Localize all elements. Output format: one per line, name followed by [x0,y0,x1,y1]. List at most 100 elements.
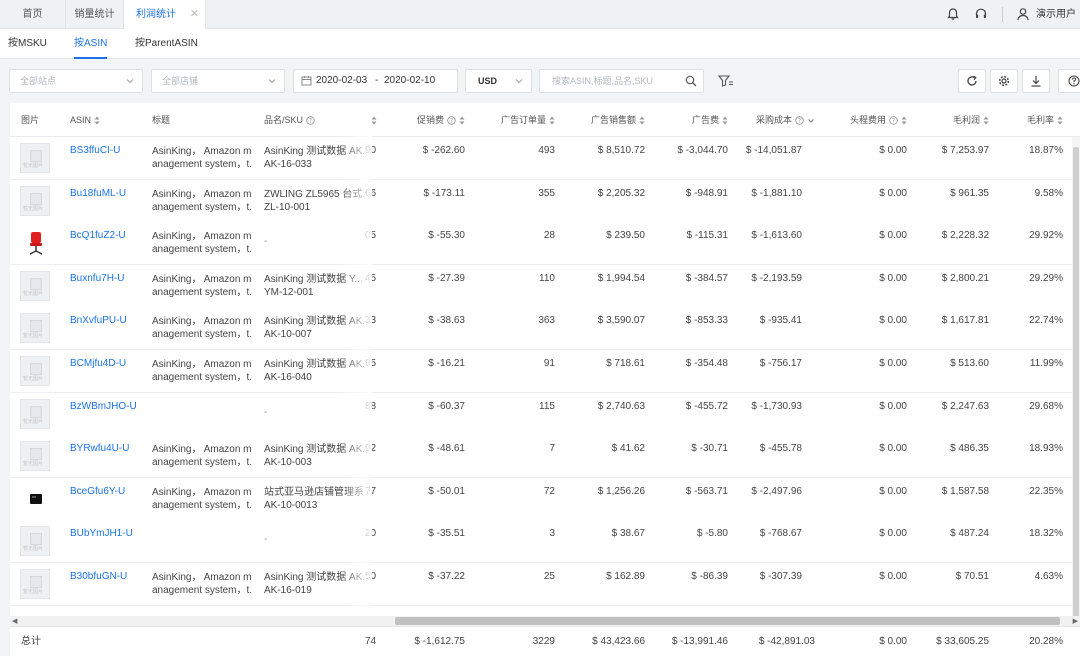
sort-icon[interactable] [549,116,555,125]
device-product-icon[interactable] [22,485,50,513]
site-select[interactable]: 全部站点 [9,69,143,93]
vertical-scrollbar[interactable] [1072,137,1080,617]
asin-link[interactable]: BUbYmJH1-U [70,528,133,539]
table-row[interactable]: 暂无图片 BCMjfu4D-U AsinKing， Amazon m anagemen… [10,350,1080,393]
table-row[interactable]: 暂无图片 BS3ffuCI-U AsinKing， Amazon m anagemen… [10,137,1080,180]
sort-icon[interactable] [94,116,100,125]
currency-select[interactable]: USD [465,69,532,93]
asin-link[interactable]: BS3ffuCI-U [70,145,120,156]
sort-icon[interactable] [639,116,645,125]
product-title[interactable]: AsinKing， Amazon m anagement system，t... [152,443,252,469]
col-hidden-sort[interactable] [368,103,377,137]
settings-button[interactable] [990,69,1018,93]
product-title[interactable]: AsinKing， Amazon m anagement system，t... [152,273,252,299]
product-sku[interactable]: AsinKing 测试数据 AK... AK-16-040 [264,358,364,384]
col-gross-margin[interactable]: 毛利率 [1027,103,1063,137]
sort-icon[interactable] [722,116,728,125]
chevron-down-icon[interactable] [807,117,815,125]
product-thumbnail[interactable]: 暂无图片 [20,270,50,301]
subtab-by-msku[interactable]: 按MSKU [8,29,47,59]
date-end[interactable]: 2020-02-10 [384,70,435,92]
col-ad-cost[interactable]: 广告费 [692,103,728,137]
sort-icon[interactable] [1057,116,1063,125]
col-ad-sales[interactable]: 广告销售额 [591,103,645,137]
asin-link[interactable]: Bu18fuML-U [70,188,126,199]
col-promo[interactable]: 促销费? [417,103,465,137]
subtab-by-asin[interactable]: 按ASIN [74,29,108,59]
col-asin[interactable]: ASIN [70,103,100,137]
asin-link[interactable]: BceGfu6Y-U [70,486,125,497]
table-row[interactable]: 暂无图片 BzWBmJHO-U - 88 $ -60.37 115 $ 2,740.63 $ … [10,392,1080,436]
product-sku[interactable]: AsinKing 测试数据 AK... AK-16-033 [264,145,364,171]
col-ad-orders[interactable]: 广告订单量 [501,103,555,137]
product-sku[interactable]: AsinKing 测试数据 AK... AK-10-007 [264,315,364,341]
product-title[interactable]: AsinKing， Amazon m anagement system，t... [152,145,252,171]
info-icon[interactable]: ? [795,116,804,125]
table-row[interactable]: 暂无图片 BUbYmJH1-U - 20 $ -35.51 3 $ 38.67 $ -5.80… [10,520,1080,564]
table-row[interactable]: 暂无图片 BnXvfuPU-U AsinKing， Amazon m anagemen… [10,307,1080,351]
product-thumbnail[interactable]: 暂无图片 [20,143,50,173]
product-sku[interactable]: AsinKing 测试数据 Y... YM-12-001 [264,273,364,299]
close-icon[interactable]: ✕ [190,0,199,29]
product-sku[interactable]: AsinKing 测试数据 AK... AK-16-019 [264,571,364,597]
subtab-by-parent-asin[interactable]: 按ParentASIN [135,29,198,59]
product-sku[interactable]: 站式亚马逊店铺管理系... AK-10-0013 [264,486,364,512]
search-icon[interactable] [685,75,697,87]
horizontal-scroll-thumb[interactable] [395,617,1060,625]
shop-select[interactable]: 全部店铺 [151,69,285,93]
refresh-button[interactable] [958,69,986,93]
horizontal-scrollbar[interactable]: ◀ ▶ [10,616,1080,626]
product-thumbnail[interactable]: 暂无图片 [20,356,50,386]
scroll-right-icon[interactable]: ▶ [1073,617,1078,625]
product-title[interactable]: AsinKing， Amazon m anagement system，t... [152,486,252,512]
asin-link[interactable]: BnXvfuPU-U [70,315,127,326]
col-gross-profit[interactable]: 毛利润 [953,103,989,137]
filter-icon[interactable] [712,69,740,93]
product-thumbnail[interactable]: 暂无图片 [20,313,50,344]
sort-icon[interactable] [459,116,465,125]
info-icon[interactable]: ? [447,116,456,125]
download-button[interactable] [1022,69,1050,93]
vertical-scroll-thumb[interactable] [1073,147,1079,617]
product-title[interactable]: AsinKing， Amazon m anagement system，t... [152,188,252,214]
help-button[interactable] [1058,69,1080,93]
asin-link[interactable]: Buxnfu7H-U [70,273,124,284]
table-row[interactable]: BceGfu6Y-U AsinKing， Amazon m anagement sy… [10,477,1080,521]
user-name[interactable]: 演示用户 [1036,0,1076,29]
col-first-leg[interactable]: 头程费用? [850,103,907,137]
date-range-picker[interactable]: 2020-02-03 - 2020-02-10 [293,69,458,93]
product-thumbnail[interactable]: 暂无图片 [20,398,50,429]
product-title[interactable]: AsinKing， Amazon m anagement system，t... [152,230,252,256]
asin-link[interactable]: BcQ1fuZ2-U [70,230,126,241]
product-sku[interactable]: AsinKing 测试数据 AK... AK-10-003 [264,443,364,469]
asin-link[interactable]: BYRwfu4U-U [70,443,129,454]
table-row[interactable]: BcQ1fuZ2-U AsinKing， Amazon m anagement sy… [10,222,1080,266]
asin-link[interactable]: B30bfuGN-U [70,571,127,582]
bell-icon[interactable] [946,7,960,21]
scroll-left-icon[interactable]: ◀ [12,617,17,625]
product-thumbnail[interactable]: 暂无图片 [20,185,50,216]
table-row[interactable]: 暂无图片 B30bfuGN-U AsinKing， Amazon m anagemen… [10,563,1080,606]
product-thumbnail[interactable]: 暂无图片 [20,569,50,599]
product-title[interactable]: AsinKing， Amazon m anagement system，t... [152,571,252,597]
user-icon[interactable] [1016,7,1030,21]
tab-home[interactable]: 首页 [0,0,66,29]
sort-icon[interactable] [371,116,377,125]
tab-sales-stats[interactable]: 销量统计 [66,0,124,29]
tab-profit-stats[interactable]: 利润统计 ✕ [124,0,206,29]
sort-icon[interactable] [983,116,989,125]
product-sku[interactable]: ZWLING ZL5965 台式... ZL-10-001 [264,188,364,214]
search-input[interactable]: 搜索ASIN,标题,品名,SKU [539,69,704,93]
info-icon[interactable]: ? [889,116,898,125]
product-title[interactable]: AsinKing， Amazon m anagement system，t... [152,315,252,341]
sort-icon[interactable] [901,116,907,125]
date-start[interactable]: 2020-02-03 [316,70,367,92]
product-thumbnail[interactable]: 暂无图片 [20,526,50,557]
table-row[interactable]: 暂无图片 Bu18fuML-U AsinKing， Amazon m anagemen… [10,179,1080,223]
headset-icon[interactable] [974,7,988,21]
col-purchase-cost[interactable]: 采购成本? [756,103,815,137]
table-row[interactable]: 暂无图片 Buxnfu7H-U AsinKing， Amazon m anagemen… [10,264,1080,308]
info-icon[interactable]: ? [306,116,315,125]
asin-link[interactable]: BCMjfu4D-U [70,358,126,369]
product-thumbnail[interactable]: 暂无图片 [20,441,50,472]
